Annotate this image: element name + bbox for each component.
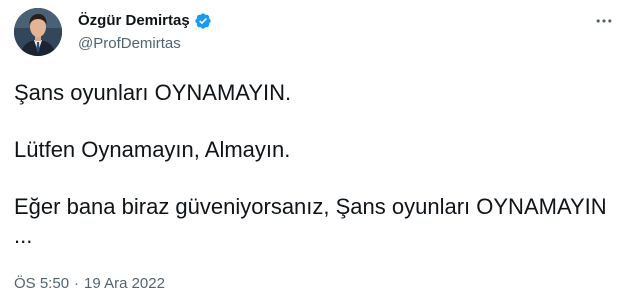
author-name-row: Özgür Demirtaş [78,11,212,31]
avatar-image [14,8,62,56]
timestamp-separator: · [74,275,80,292]
tweet-paragraph: Eğer bana biraz güveniyorsanız, Şans oyu… [14,194,607,248]
author-handle[interactable]: @ProfDemirtas [78,34,181,54]
tweet-paragraph: Lütfen Oynamayın, Almayın. [14,137,291,162]
tweet-date[interactable]: 19 Ara 2022 [84,274,165,294]
tweet-card: Özgür Demirtaş @ProfDemirtas Şans oyunla… [0,0,629,304]
more-options-button[interactable] [589,10,619,36]
author-name[interactable]: Özgür Demirtaş [78,11,190,31]
tweet-paragraph: Şans oyunları OYNAMAYIN. [14,80,292,105]
tweet-timestamp: ÖS 5:50 · 19 Ara 2022 [14,274,165,294]
verified-badge-icon [194,12,212,30]
avatar[interactable] [14,8,62,56]
tweet-text: Şans oyunları OYNAMAYIN. Lütfen Oynamayı… [14,78,614,250]
tweet-time[interactable]: ÖS 5:50 [14,274,69,294]
more-horizontal-icon [594,11,614,36]
